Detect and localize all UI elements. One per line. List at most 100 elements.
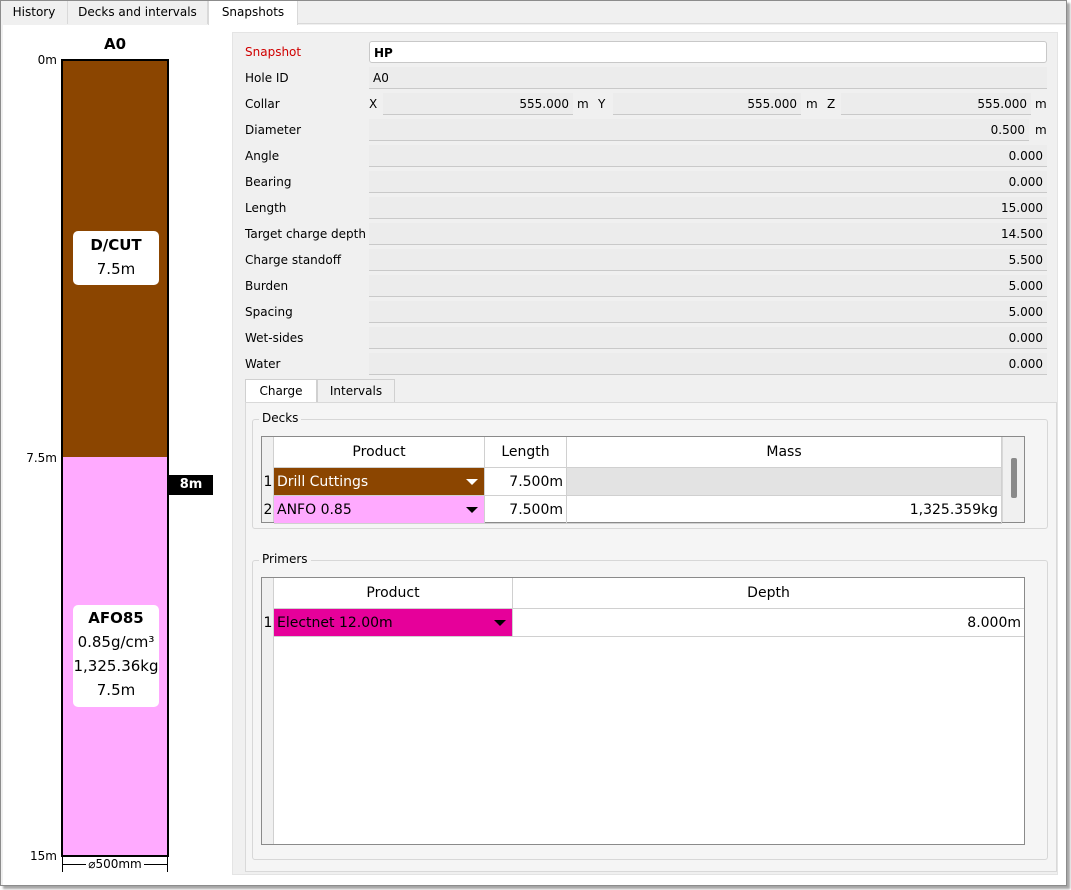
decks-row-2-product-dropdown[interactable]: ANFO 0.85 bbox=[274, 496, 485, 524]
water-label: Water bbox=[245, 357, 281, 371]
collar-z-unit: m bbox=[1035, 97, 1047, 111]
decks-header-length[interactable]: Length bbox=[485, 437, 567, 468]
length-field[interactable]: 15.000 bbox=[369, 197, 1047, 219]
angle-label: Angle bbox=[245, 149, 280, 163]
decks-group-title: Decks bbox=[259, 411, 302, 425]
diameter-label: ⌀500mm bbox=[86, 857, 144, 871]
length-row: Length 15.000 bbox=[245, 197, 1055, 219]
angle-row: Angle 0.000 bbox=[245, 145, 1055, 167]
product-name: ANFO 0.85 bbox=[277, 502, 352, 518]
holeid-row: Hole ID A0 bbox=[245, 67, 1055, 89]
primers-grid: Product Depth 1 Electnet 12.00m 8.000m bbox=[261, 577, 1025, 845]
snapshot-panel: Snapshot HP Hole ID A0 Collar X 555.000 … bbox=[232, 32, 1058, 875]
decks-scrollbar-thumb[interactable] bbox=[1011, 458, 1017, 498]
decks-row-number: 2 bbox=[263, 502, 273, 518]
segment-label-dcut: D/CUT 7.5m bbox=[73, 231, 159, 285]
chevron-down-icon[interactable] bbox=[466, 507, 478, 513]
decks-row-number: 1 bbox=[263, 474, 273, 490]
charge-standoff-label: Charge standoff bbox=[245, 253, 342, 267]
diameter-label: Diameter bbox=[245, 123, 302, 137]
segment-length: 7.5m bbox=[96, 260, 136, 278]
holeid-label: Hole ID bbox=[245, 71, 289, 85]
diameter-unit: m bbox=[1035, 123, 1047, 137]
collar-y-label: Y bbox=[598, 97, 606, 111]
segment-density: 0.85g/cm³ bbox=[77, 633, 155, 651]
segment-mass: 1,325.36kg bbox=[73, 657, 159, 675]
product-name: Drill Cuttings bbox=[277, 474, 369, 490]
segment-length: 7.5m bbox=[96, 681, 136, 699]
product-name: Electnet 12.00m bbox=[277, 615, 393, 631]
spacing-row: Spacing 5.000 bbox=[245, 301, 1055, 323]
burden-label: Burden bbox=[245, 279, 289, 293]
chevron-down-icon[interactable] bbox=[466, 479, 478, 485]
charge-standoff-field[interactable]: 5.500 bbox=[369, 249, 1047, 271]
collar-x-unit: m bbox=[577, 97, 589, 111]
tab-intervals[interactable]: Intervals bbox=[317, 379, 395, 403]
snapshot-input[interactable]: HP bbox=[369, 41, 1047, 63]
water-row: Water 0.000 bbox=[245, 353, 1055, 375]
burden-row: Burden 5.000 bbox=[245, 275, 1055, 297]
diameter-row: Diameter 0.500 m bbox=[245, 119, 1055, 141]
decks-row-1-product-dropdown[interactable]: Drill Cuttings bbox=[274, 468, 485, 496]
charge-tab-body: Decks Product Length Mass 1 Drill Cuttin… bbox=[245, 402, 1057, 872]
collar-label: Collar bbox=[245, 97, 280, 111]
tab-history[interactable]: History bbox=[1, 1, 68, 24]
segment-label-afo85: AFO85 0.85g/cm³ 1,325.36kg 7.5m bbox=[73, 605, 159, 707]
decks-header-mass[interactable]: Mass bbox=[567, 437, 1002, 468]
collar-z-field[interactable]: 555.000 bbox=[841, 93, 1031, 115]
primer-depth-marker[interactable]: 8m bbox=[169, 475, 213, 495]
charge-standoff-row: Charge standoff 5.500 bbox=[245, 249, 1055, 271]
burden-field[interactable]: 5.000 bbox=[369, 275, 1047, 297]
dimension-tick-right bbox=[167, 856, 168, 872]
snapshot-label: Snapshot bbox=[245, 45, 302, 59]
wet-sides-field[interactable]: 0.000 bbox=[369, 327, 1047, 349]
collar-z-label: Z bbox=[827, 97, 836, 111]
target-charge-depth-row: Target charge depth 14.500 bbox=[245, 223, 1055, 245]
bearing-field[interactable]: 0.000 bbox=[369, 171, 1047, 193]
bearing-label: Bearing bbox=[245, 175, 292, 189]
tab-decks-and-intervals[interactable]: Decks and intervals bbox=[68, 1, 208, 24]
wet-sides-label: Wet-sides bbox=[245, 331, 304, 345]
holeid-field[interactable]: A0 bbox=[369, 67, 1047, 89]
water-field[interactable]: 0.000 bbox=[369, 353, 1047, 375]
wet-sides-row: Wet-sides 0.000 bbox=[245, 327, 1055, 349]
decks-header-product[interactable]: Product bbox=[274, 437, 485, 468]
primers-header-product[interactable]: Product bbox=[274, 578, 513, 609]
decks-row-1-length[interactable]: 7.500m bbox=[485, 468, 567, 496]
depth-label-mid: 7.5m bbox=[26, 451, 57, 465]
top-tab-bar: History Decks and intervals Snapshots bbox=[1, 1, 1066, 25]
collar-y-field[interactable]: 555.000 bbox=[613, 93, 801, 115]
primers-row-number: 1 bbox=[263, 615, 273, 631]
depth-label-top: 0m bbox=[37, 53, 57, 67]
decks-row-1-mass bbox=[567, 468, 1002, 496]
primers-header-depth[interactable]: Depth bbox=[513, 578, 1024, 609]
depth-label-bottom: 15m bbox=[30, 849, 57, 863]
primers-row-1-product-dropdown[interactable]: Electnet 12.00m bbox=[274, 609, 513, 637]
tab-charge[interactable]: Charge bbox=[245, 379, 317, 404]
hole-title: A0 bbox=[103, 35, 127, 53]
segment-name: D/CUT bbox=[90, 236, 142, 254]
decks-row-2-mass: 1,325.359kg bbox=[567, 496, 1002, 524]
diameter-field[interactable]: 0.500 bbox=[369, 119, 1029, 141]
decks-group: Decks Product Length Mass 1 Drill Cuttin… bbox=[252, 411, 1048, 529]
primers-row-1-depth[interactable]: 8.000m bbox=[513, 609, 1024, 637]
window-frame: History Decks and intervals Snapshots A0… bbox=[0, 0, 1067, 886]
decks-scrollbar[interactable] bbox=[1002, 437, 1024, 522]
primers-group: Primers Product Depth 1 Electnet 12.00m … bbox=[252, 552, 1048, 860]
collar-x-label: X bbox=[369, 97, 378, 111]
snapshot-row: Snapshot HP bbox=[245, 41, 1055, 63]
spacing-field[interactable]: 5.000 bbox=[369, 301, 1047, 323]
angle-field[interactable]: 0.000 bbox=[369, 145, 1047, 167]
target-charge-depth-field[interactable]: 14.500 bbox=[369, 223, 1047, 245]
collar-row: Collar X 555.000 m Y 555.000 m Z 555.000… bbox=[245, 93, 1055, 115]
decks-row-2-length[interactable]: 7.500m bbox=[485, 496, 567, 524]
collar-x-field[interactable]: 555.000 bbox=[383, 93, 573, 115]
target-charge-depth-label: Target charge depth bbox=[245, 227, 366, 241]
primers-group-title: Primers bbox=[259, 552, 311, 566]
segment-name: AFO85 bbox=[88, 609, 144, 627]
decks-grid: Product Length Mass 1 Drill Cuttings 7.5… bbox=[261, 436, 1025, 524]
tab-snapshots[interactable]: Snapshots bbox=[208, 1, 298, 25]
chevron-down-icon[interactable] bbox=[494, 620, 506, 626]
length-label: Length bbox=[245, 201, 287, 215]
bearing-row: Bearing 0.000 bbox=[245, 171, 1055, 193]
